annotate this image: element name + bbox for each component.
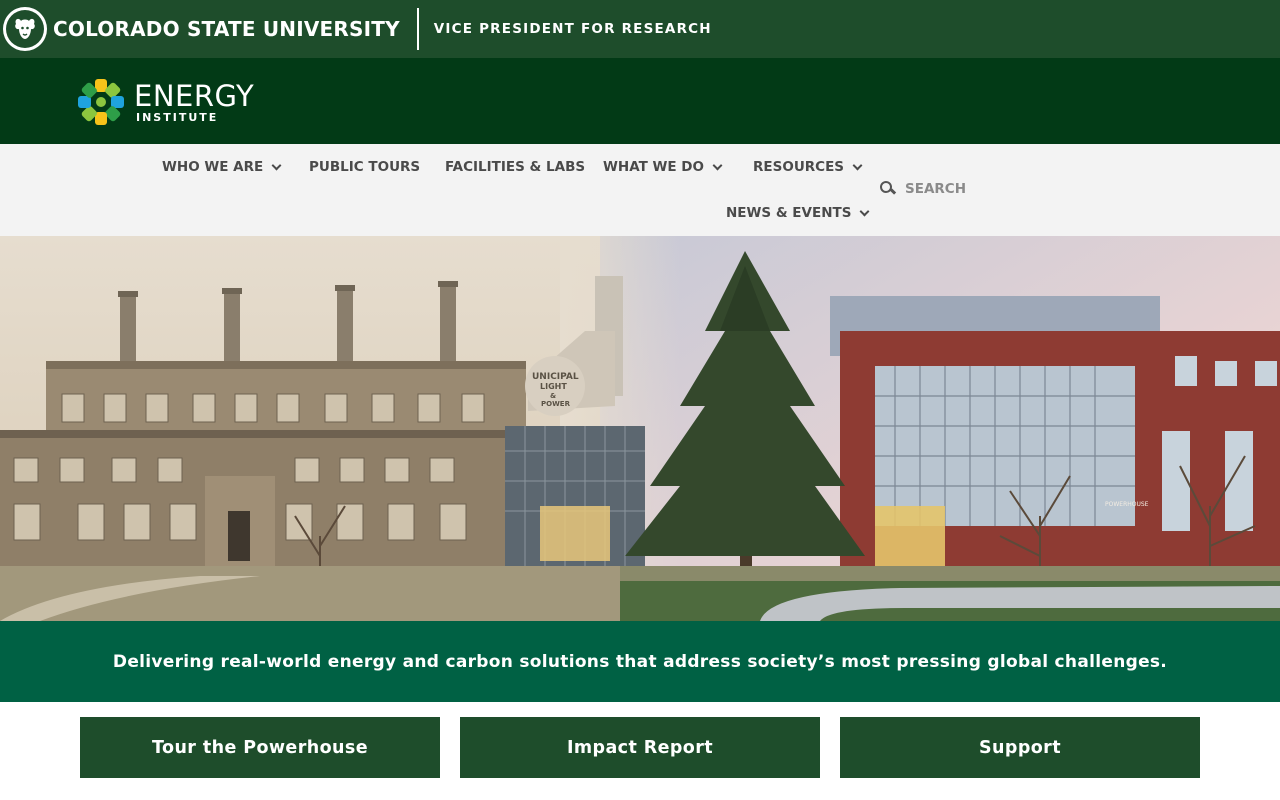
nav-item-label: WHO WE ARE [162, 159, 264, 175]
cta-label: Impact Report [566, 737, 713, 758]
hero-signage-line3: & [550, 392, 556, 400]
csu-university-name[interactable]: COLORADO STATE UNIVERSITY [53, 17, 400, 41]
cta-label: Support [979, 737, 1061, 758]
nav-item-label: WHAT WE DO [603, 159, 704, 175]
nav-item-label: FACILITIES & LABS [445, 159, 586, 175]
nav-item-label: RESOURCES [753, 159, 845, 175]
chevron-down-icon [271, 160, 282, 170]
brand-name-line1: ENERGY [134, 78, 255, 113]
brand-bar: ENERGY INSTITUTE [0, 58, 1280, 144]
hero-building-sign: POWERHOUSE [1105, 501, 1149, 508]
tour-the-powerhouse-button[interactable]: Tour the Powerhouse [80, 717, 440, 778]
nav-item-resources[interactable]: RESOURCES [753, 159, 863, 175]
hero-image: UNICIPAL LIGHT & POWER POWERHOUSE [0, 236, 1280, 621]
nav-item-who-we-are[interactable]: WHO WE ARE [162, 159, 282, 175]
nav-item-label: PUBLIC TOURS [309, 159, 421, 175]
energy-institute-logo[interactable]: ENERGY INSTITUTE [76, 77, 254, 127]
main-nav: WHO WE ARE PUBLIC TOURS FACILITIES & LAB… [0, 144, 1280, 236]
csu-ram-logo-icon[interactable] [3, 7, 47, 51]
impact-report-button[interactable]: Impact Report [460, 717, 820, 778]
tagline-text: Delivering real-world energy and carbon … [112, 651, 1168, 672]
search-box[interactable] [880, 181, 995, 197]
csu-header: COLORADO STATE UNIVERSITY VICE PRESIDENT… [0, 0, 1280, 58]
header-divider [416, 8, 419, 50]
search-input[interactable] [905, 181, 995, 197]
nav-item-facilities-labs[interactable]: FACILITIES & LABS [445, 159, 585, 175]
chevron-down-icon [852, 160, 863, 170]
cta-label: Tour the Powerhouse [152, 737, 368, 758]
brand-name-line2: INSTITUTE [136, 110, 219, 124]
hero-signage-line1: UNICIPAL [532, 372, 579, 382]
nav-item-news-events[interactable]: NEWS & EVENTS [726, 205, 870, 221]
nav-item-public-tours[interactable]: PUBLIC TOURS [309, 159, 420, 175]
energy-institute-flower-icon [78, 79, 124, 125]
tagline-banner: Delivering real-world energy and carbon … [0, 621, 1280, 702]
hero-signage-line4: POWER [541, 400, 571, 408]
chevron-down-icon [859, 206, 870, 216]
csu-unit-name[interactable]: VICE PRESIDENT FOR RESEARCH [434, 21, 712, 37]
support-button[interactable]: Support [840, 717, 1200, 778]
nav-item-what-we-do[interactable]: WHAT WE DO [603, 159, 723, 175]
hero-signage-line2: LIGHT [540, 382, 567, 391]
search-icon[interactable] [880, 181, 897, 197]
chevron-down-icon [712, 160, 723, 170]
nav-item-label: NEWS & EVENTS [726, 205, 852, 221]
